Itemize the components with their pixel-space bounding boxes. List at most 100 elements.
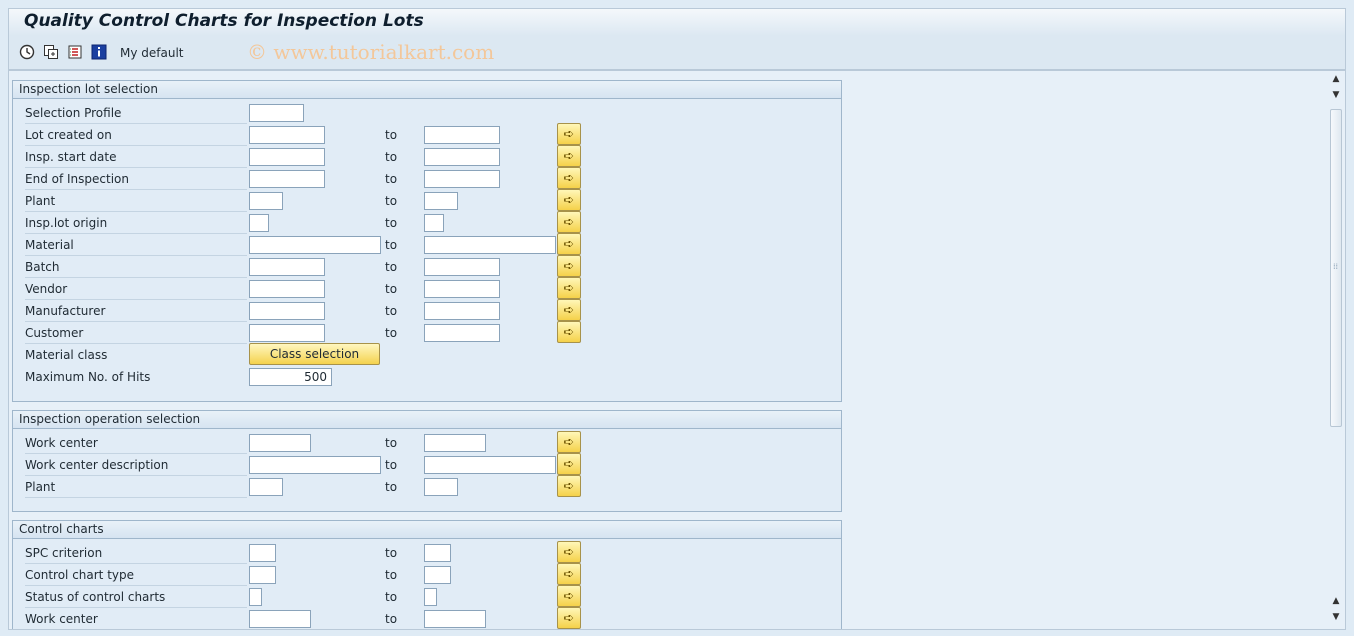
wc-description-from-input[interactable] [249,456,381,474]
arrow-right-icon: ➪ [563,324,575,340]
work-center-row: Work center to ➪ [13,431,841,455]
operation-plant-to-input[interactable] [424,478,458,496]
multiple-selection-button[interactable]: ➪ [557,453,581,475]
arrow-right-icon: ➪ [563,302,575,318]
multiple-selection-button[interactable]: ➪ [557,145,581,167]
list-icon[interactable] [67,44,83,60]
scroll-thumb[interactable]: ⁞⁞ [1330,109,1342,427]
multiple-selection-button[interactable]: ➪ [557,277,581,299]
manufacturer-row: Manufacturer to ➪ [13,299,841,323]
arrow-right-icon: ➪ [563,544,575,560]
end-inspection-to-input[interactable] [424,170,500,188]
chart-status-to-input[interactable] [424,588,437,606]
batch-from-input[interactable] [249,258,325,276]
to-label: to [385,172,398,186]
to-label: to [385,128,398,142]
vertical-scrollbar[interactable]: ▲ ▼ ⁞⁞ ▲ ▼ [1329,73,1343,627]
multiple-selection-button[interactable]: ➪ [557,233,581,255]
spc-criterion-to-input[interactable] [424,544,451,562]
group-title: Inspection lot selection [13,81,841,99]
arrow-right-icon: ➪ [563,478,575,494]
spc-criterion-from-input[interactable] [249,544,276,562]
multiple-selection-button[interactable]: ➪ [557,475,581,497]
execute-icon[interactable] [19,44,35,60]
insp-start-from-input[interactable] [249,148,325,166]
arrow-right-icon: ➪ [563,434,575,450]
work-center-from-input[interactable] [249,434,311,452]
chart-type-from-input[interactable] [249,566,276,584]
batch-to-input[interactable] [424,258,500,276]
arrow-right-icon: ➪ [563,456,575,472]
material-to-input[interactable] [424,236,556,254]
field-label: Customer [25,323,247,344]
multiple-selection-button[interactable]: ➪ [557,563,581,585]
insp-start-to-input[interactable] [424,148,500,166]
to-label: to [385,436,398,450]
work-center-to-input[interactable] [424,434,486,452]
chart-status-from-input[interactable] [249,588,262,606]
material-from-input[interactable] [249,236,381,254]
multiple-selection-button[interactable]: ➪ [557,607,581,629]
customer-from-input[interactable] [249,324,325,342]
field-label: Batch [25,257,247,278]
wc-description-to-input[interactable] [424,456,556,474]
customer-row: Customer to ➪ [13,321,841,345]
vendor-from-input[interactable] [249,280,325,298]
info-icon[interactable] [91,44,107,60]
selection-screen: Inspection lot selection Selection Profi… [8,70,1346,630]
class-selection-button[interactable]: Class selection [249,343,380,365]
field-label: Maximum No. of Hits [25,370,151,384]
insp-start-date-row: Insp. start date to ➪ [13,145,841,169]
lot-origin-from-input[interactable] [249,214,269,232]
multiple-selection-button[interactable]: ➪ [557,189,581,211]
multiple-selection-button[interactable]: ➪ [557,123,581,145]
multiple-selection-button[interactable]: ➪ [557,167,581,189]
arrow-right-icon: ➪ [563,236,575,252]
spc-criterion-row: SPC criterion to ➪ [13,541,841,565]
multiple-selection-button[interactable]: ➪ [557,299,581,321]
plant-to-input[interactable] [424,192,458,210]
variant-label[interactable]: My default [120,46,184,60]
chart-type-to-input[interactable] [424,566,451,584]
vendor-row: Vendor to ➪ [13,277,841,301]
batch-row: Batch to ➪ [13,255,841,279]
scroll-down-icon[interactable]: ▼ [1329,89,1343,101]
scroll-up-icon[interactable]: ▲ [1329,73,1343,85]
watermark: © www.tutorialkart.com [247,40,495,64]
manufacturer-to-input[interactable] [424,302,500,320]
multiple-selection-button[interactable]: ➪ [557,585,581,607]
control-chart-type-row: Control chart type to ➪ [13,563,841,587]
field-label: Lot created on [25,125,247,146]
group-title: Inspection operation selection [13,411,841,429]
multiple-selection-button[interactable]: ➪ [557,211,581,233]
multiple-selection-button[interactable]: ➪ [557,321,581,343]
variant-get-icon[interactable] [43,44,59,60]
multiple-selection-button[interactable]: ➪ [557,541,581,563]
to-label: to [385,260,398,274]
status-control-charts-row: Status of control charts to ➪ [13,585,841,609]
end-inspection-from-input[interactable] [249,170,325,188]
arrow-right-icon: ➪ [563,170,575,186]
scroll-up-icon[interactable]: ▲ [1329,595,1343,607]
lot-origin-to-input[interactable] [424,214,444,232]
selection-profile-input[interactable] [249,104,304,122]
lot-created-to-input[interactable] [424,126,500,144]
multiple-selection-button[interactable]: ➪ [557,431,581,453]
to-label: to [385,326,398,340]
chart-work-center-from-input[interactable] [249,610,311,628]
field-label: Plant [25,477,247,498]
field-label: Plant [25,191,247,212]
lot-created-from-input[interactable] [249,126,325,144]
vendor-to-input[interactable] [424,280,500,298]
field-label: Control chart type [25,565,247,586]
to-label: to [385,480,398,494]
chart-work-center-to-input[interactable] [424,610,486,628]
field-label: Work center description [25,455,247,476]
plant-from-input[interactable] [249,192,283,210]
scroll-down-icon[interactable]: ▼ [1329,611,1343,623]
customer-to-input[interactable] [424,324,500,342]
multiple-selection-button[interactable]: ➪ [557,255,581,277]
operation-plant-from-input[interactable] [249,478,283,496]
max-hits-input[interactable]: 500 [249,368,332,386]
manufacturer-from-input[interactable] [249,302,325,320]
